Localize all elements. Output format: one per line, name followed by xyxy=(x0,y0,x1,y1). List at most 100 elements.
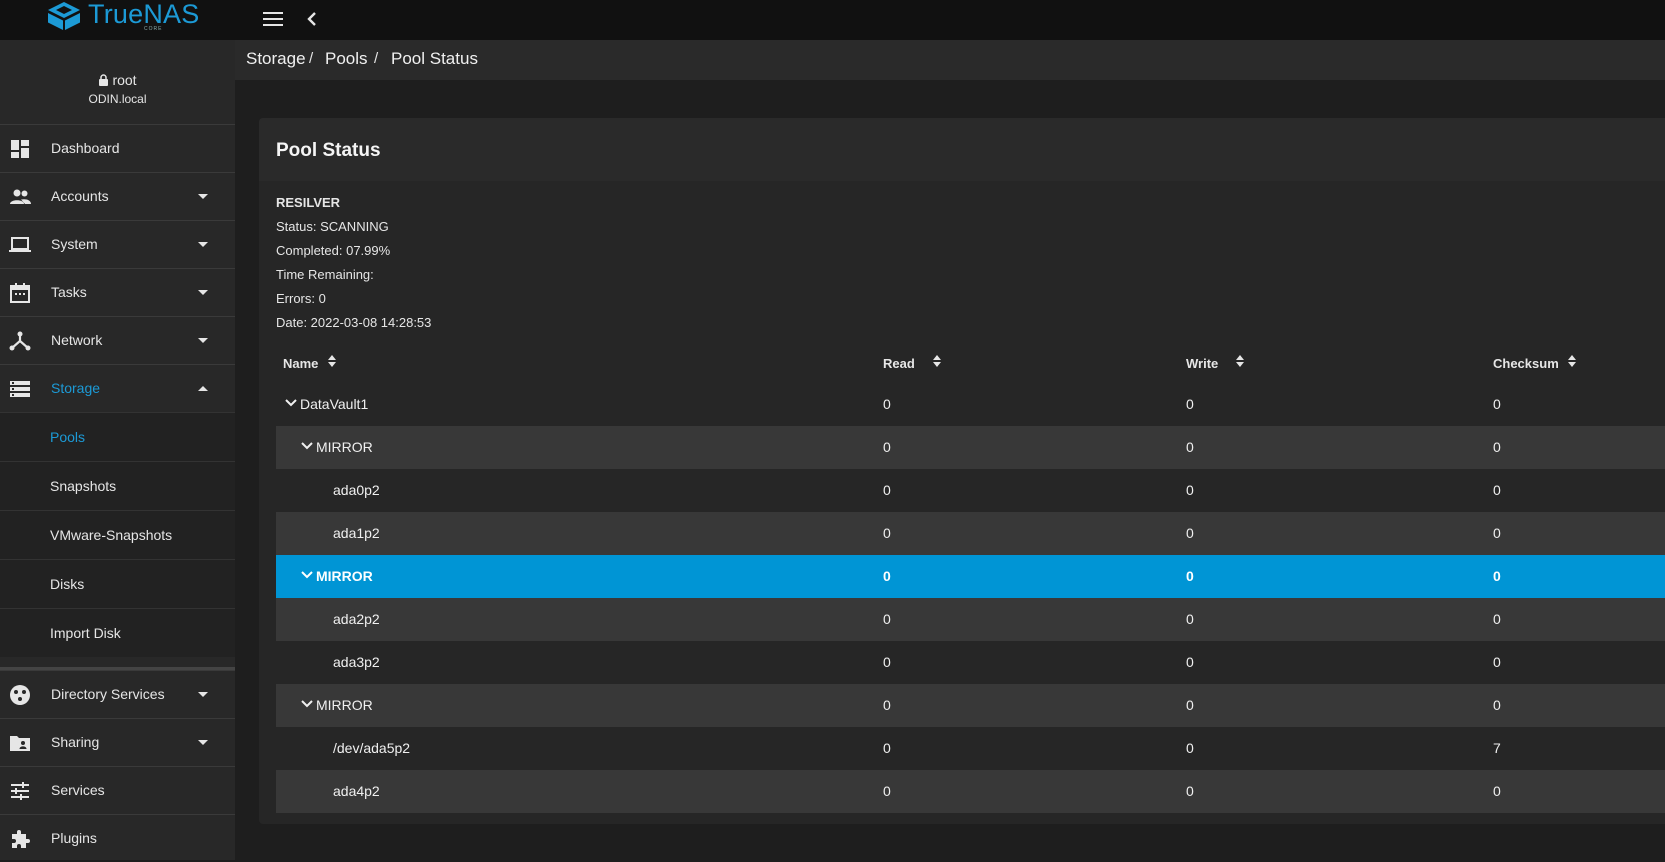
sort-icon[interactable] xyxy=(327,354,337,368)
breadcrumb-pools[interactable]: Pools xyxy=(325,49,368,69)
cell-name: ada1p2 xyxy=(333,525,380,541)
cell-write: 0 xyxy=(1186,783,1194,799)
sidebar-item-label: Services xyxy=(51,782,105,798)
sidebar-item-sharing[interactable]: Sharing xyxy=(0,718,235,766)
chevron-down-icon xyxy=(198,740,208,745)
cell-read: 0 xyxy=(883,697,891,713)
table-row[interactable]: ada1p2 0 0 0 xyxy=(276,512,1665,555)
sidebar-item-storage[interactable]: Storage xyxy=(0,364,235,412)
sidebar-subitem-import-disk[interactable]: Import Disk xyxy=(0,608,235,657)
sort-icon[interactable] xyxy=(1235,354,1245,368)
table-row[interactable]: ada2p2 0 0 0 xyxy=(276,598,1665,641)
sidebar-item-directory-services[interactable]: Directory Services xyxy=(0,670,235,718)
cell-write: 0 xyxy=(1186,525,1194,541)
breadcrumb-pool-status: Pool Status xyxy=(391,49,478,68)
breadcrumb-separator: / xyxy=(374,50,379,67)
sidebar-item-network[interactable]: Network xyxy=(0,316,235,364)
cell-write: 0 xyxy=(1186,439,1194,455)
scan-type: RESILVER xyxy=(276,195,341,210)
menu-toggle-icon[interactable] xyxy=(261,7,285,31)
truenas-logo[interactable]: TrueNAS CORE xyxy=(46,0,199,35)
sidebar-item-dashboard[interactable]: Dashboard xyxy=(0,124,235,172)
table-row[interactable]: /dev/ada5p2 0 0 7 xyxy=(276,727,1665,770)
sidebar-item-label: System xyxy=(51,236,98,252)
sidebar-subitem-vmware-snapshots[interactable]: VMware-Snapshots xyxy=(0,510,235,559)
cell-read: 0 xyxy=(883,740,891,756)
sidebar-subitem-label: Pools xyxy=(50,429,86,445)
cell-name: MIRROR xyxy=(316,439,373,455)
breadcrumb: Storage / Pools / Pool Status xyxy=(235,40,1665,80)
cell-checksum: 0 xyxy=(1493,654,1501,670)
sort-icon[interactable] xyxy=(932,354,942,368)
chevron-left-icon[interactable] xyxy=(302,7,322,31)
chevron-down-icon[interactable] xyxy=(300,568,314,582)
cell-name: DataVault1 xyxy=(300,396,369,412)
sidebar-item-system[interactable]: System xyxy=(0,220,235,268)
column-header-write[interactable]: Write xyxy=(1186,356,1218,371)
sidebar-item-tasks[interactable]: Tasks xyxy=(0,268,235,316)
cell-checksum: 7 xyxy=(1493,740,1501,756)
sidebar-item-label: Plugins xyxy=(51,830,97,846)
table-row[interactable]: ada4p2 0 0 0 xyxy=(276,770,1665,813)
cell-read: 0 xyxy=(883,396,891,412)
sidebar-subitem-disks[interactable]: Disks xyxy=(0,559,235,608)
truenas-logo-icon xyxy=(48,2,80,30)
sidebar-subitem-label: Import Disk xyxy=(50,625,121,641)
table-row[interactable]: MIRROR 0 0 0 xyxy=(276,426,1665,469)
table-row[interactable]: MIRROR 0 0 0 xyxy=(276,684,1665,727)
cell-name: ada0p2 xyxy=(333,482,380,498)
chevron-down-icon xyxy=(198,194,208,199)
sidebar-subitem-label: Disks xyxy=(50,576,85,592)
table-row[interactable]: ada0p2 0 0 0 xyxy=(276,469,1665,512)
breadcrumb-storage[interactable]: Storage xyxy=(246,49,306,69)
sidebar-item-label: Accounts xyxy=(51,188,109,204)
logo-subtitle: CORE xyxy=(144,26,163,32)
cell-write: 0 xyxy=(1186,568,1194,584)
column-header-name[interactable]: Name xyxy=(283,356,318,371)
chevron-down-icon xyxy=(198,242,208,247)
sidebar-item-label: Storage xyxy=(51,380,101,396)
sidebar-item-services[interactable]: Services xyxy=(0,766,235,814)
sidebar: root ODIN.local Dashboard Accounts Syste… xyxy=(0,40,235,860)
cell-name: MIRROR xyxy=(316,697,373,713)
cell-read: 0 xyxy=(883,482,891,498)
cell-read: 0 xyxy=(883,568,891,584)
breadcrumb-separator: / xyxy=(309,50,314,67)
sidebar-subitem-pools[interactable]: Pools xyxy=(0,412,235,461)
table-row-selected[interactable]: MIRROR 0 0 0 xyxy=(276,555,1665,598)
sidebar-subitem-snapshots[interactable]: Snapshots xyxy=(0,461,235,510)
cell-write: 0 xyxy=(1186,740,1194,756)
calendar-icon xyxy=(10,283,30,303)
sidebar-item-label: Network xyxy=(51,332,103,348)
pool-status-card: Pool Status RESILVER Status: SCANNING Co… xyxy=(259,118,1665,824)
lock-icon xyxy=(99,74,109,86)
chevron-down-icon[interactable] xyxy=(300,439,314,453)
top-bar: TrueNAS CORE xyxy=(0,0,1665,40)
chevron-down-icon[interactable] xyxy=(300,697,314,711)
cell-checksum: 0 xyxy=(1493,568,1501,584)
sidebar-item-label: Sharing xyxy=(51,734,100,750)
chevron-up-icon xyxy=(198,386,208,391)
table-row[interactable]: DataVault1 0 0 0 xyxy=(276,383,1665,426)
sidebar-item-accounts[interactable]: Accounts xyxy=(0,172,235,220)
storage-icon xyxy=(10,381,30,397)
cell-write: 0 xyxy=(1186,396,1194,412)
cell-checksum: 0 xyxy=(1493,482,1501,498)
cell-name: MIRROR xyxy=(316,568,373,584)
cell-write: 0 xyxy=(1186,482,1194,498)
card-title: Pool Status xyxy=(276,140,381,161)
sort-icon[interactable] xyxy=(1567,354,1577,368)
chevron-down-icon[interactable] xyxy=(284,396,298,410)
sharing-folder-icon xyxy=(10,736,30,751)
table-row[interactable]: ada3p2 0 0 0 xyxy=(276,641,1665,684)
column-header-checksum[interactable]: Checksum xyxy=(1493,356,1559,371)
user-info: root ODIN.local xyxy=(0,40,235,125)
cell-name: ada4p2 xyxy=(333,783,380,799)
sidebar-subitem-label: VMware-Snapshots xyxy=(50,527,173,543)
sidebar-item-plugins[interactable]: Plugins xyxy=(0,814,235,862)
laptop-icon xyxy=(9,237,31,252)
cell-read: 0 xyxy=(883,525,891,541)
column-header-read[interactable]: Read xyxy=(883,356,915,371)
cell-read: 0 xyxy=(883,439,891,455)
cell-name: /dev/ada5p2 xyxy=(333,740,411,756)
